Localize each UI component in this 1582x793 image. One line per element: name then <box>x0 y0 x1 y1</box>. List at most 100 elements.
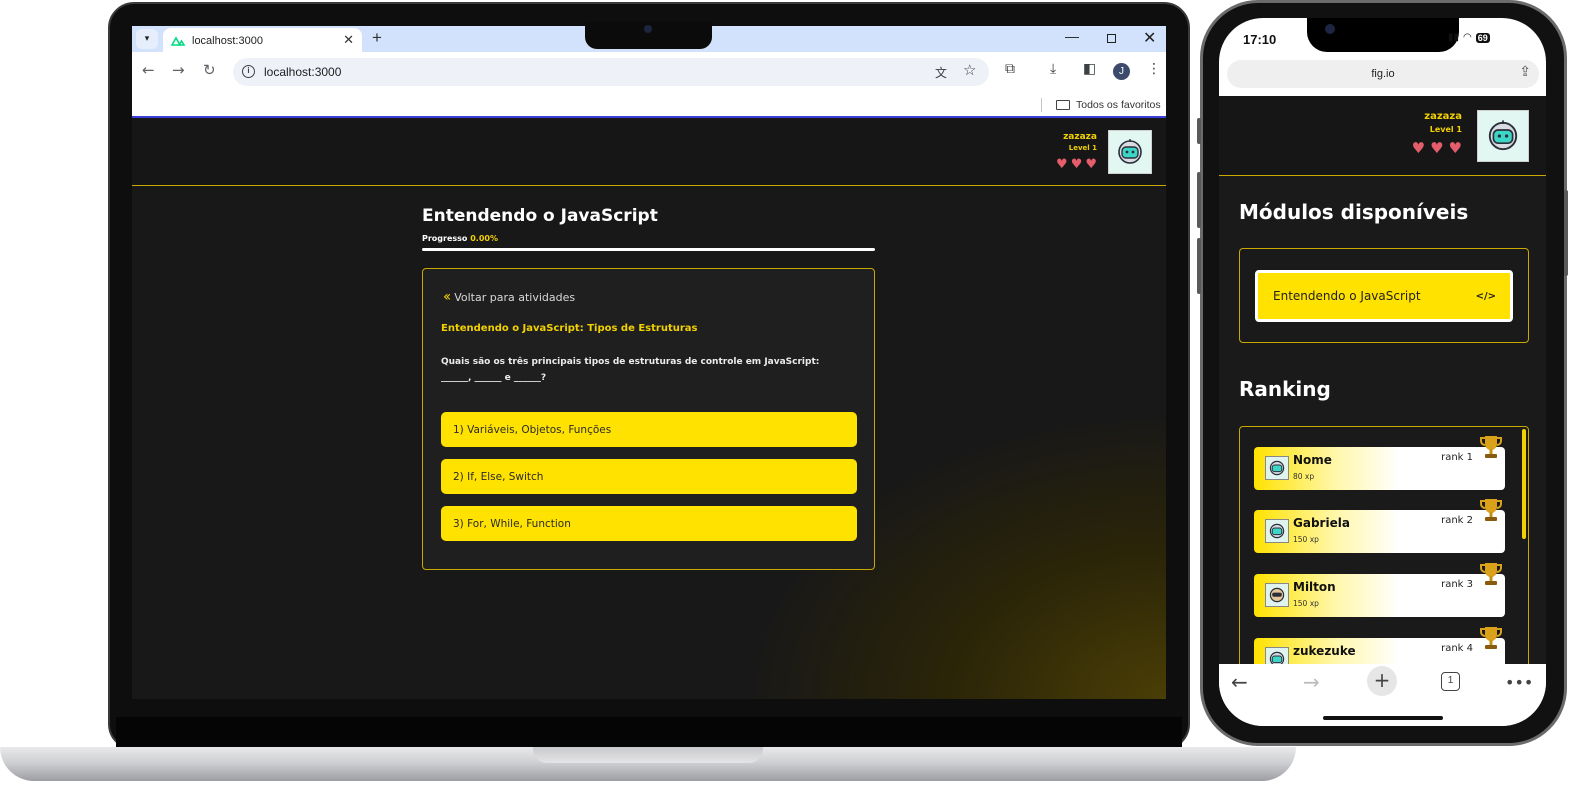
heart-icon: ♥ <box>1070 157 1083 172</box>
window-maximize-icon[interactable] <box>1107 34 1116 43</box>
lives-hearts: ♥ ♥ ♥ <box>1412 141 1462 156</box>
profile-avatar[interactable]: J <box>1113 63 1130 80</box>
nuxt-logo-icon <box>171 35 185 46</box>
rank-xp: 150 xp <box>1293 599 1319 608</box>
tab-title: localhost:3000 <box>192 34 263 47</box>
phone-power-button <box>1564 190 1568 276</box>
phone-side-button <box>1197 238 1201 294</box>
folder-icon[interactable] <box>1056 100 1070 110</box>
forward-arrow-icon[interactable]: → <box>172 61 185 79</box>
back-arrow-icon[interactable]: ← <box>1231 670 1248 694</box>
extensions-icon[interactable]: ⧉ <box>1005 61 1015 77</box>
username: zazaza <box>1063 132 1097 142</box>
user-level: Level 1 <box>1068 144 1097 152</box>
window-close-icon[interactable]: ✕ <box>1143 28 1156 48</box>
new-tab-icon[interactable]: + <box>1367 666 1397 696</box>
user-avatar[interactable] <box>1108 130 1152 174</box>
browser-toolbar: ← → ↻ i localhost:3000 文 ☆ ⧉ ⤓ ◧ J ⋮ <box>132 52 1166 92</box>
bookmarks-all-folder[interactable]: Todos os favoritos <box>1076 99 1161 111</box>
user-level: Level 1 <box>1429 125 1462 134</box>
rank-position: rank 4 <box>1441 643 1473 654</box>
activity-title: Entendendo o JavaScript: Tipos de Estrut… <box>441 323 698 334</box>
laptop-screen: ▾ localhost:3000 ✕ + — ✕ ← → ↻ i localho… <box>132 26 1166 699</box>
rank-avatar-icon <box>1265 519 1289 543</box>
bookmarks-bar: Todos os favoritos <box>132 92 1166 118</box>
laptop-hinge-notch <box>533 747 763 763</box>
window-minimize-icon[interactable]: — <box>1065 28 1079 44</box>
device-mockup: ▾ localhost:3000 ✕ + — ✕ ← → ↻ i localho… <box>0 0 1582 793</box>
ranking-item: zukezuke rank 4 <box>1254 627 1505 664</box>
address-url[interactable]: localhost:3000 <box>264 65 341 79</box>
trophy-icon <box>1480 627 1502 649</box>
back-link-label: Voltar para atividades <box>454 290 576 304</box>
app-header: zazaza Level 1 ♥ ♥ ♥ <box>132 120 1166 186</box>
rank-xp: 150 xp <box>1293 535 1319 544</box>
user-summary: zazaza Level 1 ♥ ♥ ♥ <box>1056 132 1097 171</box>
bookmarks-divider <box>1041 98 1042 112</box>
robot-avatar-icon <box>1118 139 1142 164</box>
browser-tab[interactable]: localhost:3000 ✕ <box>163 28 362 53</box>
modules-panel: Entendendo o JavaScript </> <box>1239 248 1529 343</box>
back-arrow-icon[interactable]: ← <box>142 61 155 79</box>
activity-card: ‹‹ Voltar para atividades Entendendo o J… <box>422 268 875 570</box>
trophy-icon <box>1480 563 1502 585</box>
rank-position: rank 2 <box>1441 515 1473 526</box>
robot-avatar-icon <box>1488 120 1518 151</box>
translate-icon[interactable]: 文 <box>935 64 947 81</box>
trophy-icon <box>1480 499 1502 521</box>
progress-label: Progresso 0.00% <box>422 234 875 243</box>
address-bar[interactable]: i localhost:3000 文 ☆ <box>233 58 989 86</box>
rank-name: zukezuke <box>1293 644 1356 658</box>
site-info-icon[interactable]: i <box>242 65 255 78</box>
trophy-icon <box>1480 436 1502 458</box>
course-title: Entendendo o JavaScript <box>422 206 658 226</box>
progress-percent: 0.00% <box>470 234 498 243</box>
answer-option[interactable]: 2) If, Else, Switch <box>441 459 857 494</box>
battery-icon: 69 <box>1475 32 1490 43</box>
bookmark-star-icon[interactable]: ☆ <box>963 61 976 79</box>
laptop-bezel-bottom <box>116 717 1182 747</box>
phone-screen: 17:10 ▮▮ ◠ 69 fig.io ⇪ zazaza Level 1 ♥ … <box>1219 18 1546 726</box>
answer-options: 1) Variáveis, Objetos, Funções 2) If, El… <box>441 412 857 541</box>
username: zazaza <box>1424 111 1462 122</box>
phone-app: zazaza Level 1 ♥ ♥ ♥ Módulos disponíveis… <box>1219 96 1546 664</box>
phone-side-button <box>1197 118 1201 144</box>
reload-icon[interactable]: ↻ <box>203 61 216 79</box>
camera-icon <box>1325 24 1335 34</box>
camera-icon <box>644 25 652 33</box>
answer-option[interactable]: 1) Variáveis, Objetos, Funções <box>441 412 857 447</box>
back-to-activities-link[interactable]: ‹‹ Voltar para atividades <box>443 289 856 305</box>
phone-url[interactable]: fig.io <box>1227 68 1539 80</box>
code-icon: </> <box>1475 290 1496 302</box>
share-icon[interactable]: ⇪ <box>1519 64 1531 80</box>
module-button[interactable]: Entendendo o JavaScript </> <box>1255 270 1513 322</box>
rank-position: rank 1 <box>1441 452 1473 463</box>
lives-hearts: ♥ ♥ ♥ <box>1056 158 1097 171</box>
modules-heading: Módulos disponíveis <box>1239 200 1469 224</box>
ranking-scrollbar[interactable] <box>1522 429 1526 539</box>
tab-close-icon[interactable]: ✕ <box>343 32 354 48</box>
status-time: 17:10 <box>1243 32 1277 47</box>
ranking-heading: Ranking <box>1239 377 1331 401</box>
progress-text: Progresso <box>422 234 468 243</box>
ranking-panel[interactable]: Nome 80 xp rank 1 Gabriela 150 xp rank 2 <box>1239 426 1529 664</box>
phone-side-button <box>1197 172 1201 228</box>
kebab-menu-icon[interactable]: ⋮ <box>1147 61 1161 77</box>
rank-xp: 80 xp <box>1293 472 1315 481</box>
answer-option[interactable]: 3) For, While, Function <box>441 506 857 541</box>
status-icons: ▮▮ ◠ 69 <box>1448 32 1490 43</box>
phone-url-bar[interactable]: fig.io ⇪ <box>1227 60 1539 88</box>
new-tab-icon[interactable]: + <box>372 28 382 48</box>
laptop-camera-notch <box>585 22 712 49</box>
phone-browser-bottom-bar: ← → + 1 ••• <box>1219 664 1546 726</box>
more-menu-icon[interactable]: ••• <box>1505 673 1533 692</box>
rank-avatar-icon <box>1265 583 1289 607</box>
side-panel-icon[interactable]: ◧ <box>1083 61 1096 77</box>
tab-search-chevron-icon[interactable]: ▾ <box>136 29 158 49</box>
tab-count-button[interactable]: 1 <box>1441 672 1460 691</box>
double-chevron-left-icon: ‹‹ <box>443 289 451 305</box>
rank-name: Nome <box>1293 453 1332 467</box>
forward-arrow-icon[interactable]: → <box>1303 670 1320 694</box>
download-icon[interactable]: ⤓ <box>1050 61 1056 77</box>
user-avatar[interactable] <box>1477 110 1529 162</box>
